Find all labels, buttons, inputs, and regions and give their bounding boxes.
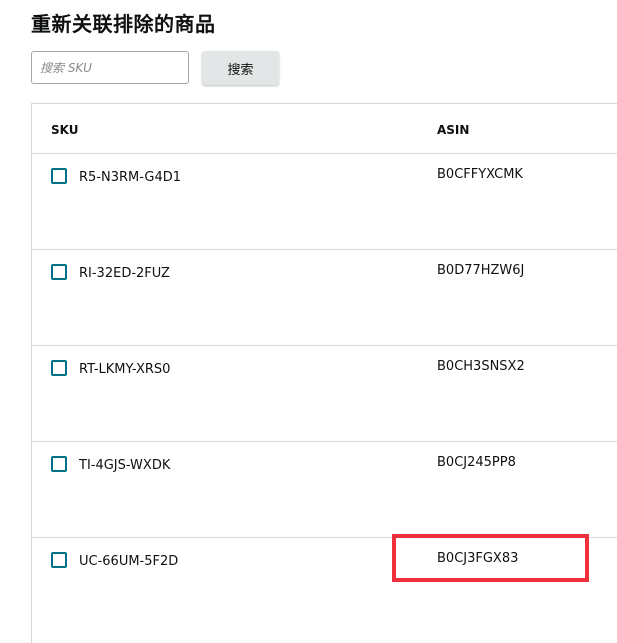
table-row: R5-N3RM-G4D1 B0CFFYXCMK [32,154,617,250]
asin-cell: B0CFFYXCMK [437,167,523,182]
sku-cell: RI-32ED-2FUZ [79,266,170,281]
search-input[interactable] [31,51,189,84]
sku-cell: RT-LKMY-XRS0 [79,362,171,377]
sku-cell: TI-4GJS-WXDK [79,458,171,473]
sku-cell: R5-N3RM-G4D1 [79,170,182,185]
sku-cell: UC-66UM-5F2D [79,554,179,569]
row-checkbox[interactable] [51,168,67,184]
asin-highlight-box [392,534,589,582]
asin-cell: B0CJ245PP8 [437,455,516,470]
search-button[interactable]: 搜索 [202,51,279,85]
row-checkbox[interactable] [51,456,67,472]
asin-cell: B0CH3SNSX2 [437,359,525,374]
table-row: TI-4GJS-WXDK B0CJ245PP8 [32,442,617,538]
column-header-asin: ASIN [437,123,470,137]
column-header-sku: SKU [51,123,79,137]
row-checkbox[interactable] [51,552,67,568]
row-checkbox[interactable] [51,264,67,280]
asin-cell: B0D77HZW6J [437,263,525,278]
table-header: SKU ASIN [32,104,617,154]
page-title: 重新关联排除的商品 [31,12,216,36]
row-checkbox[interactable] [51,360,67,376]
table-row: RT-LKMY-XRS0 B0CH3SNSX2 [32,346,617,442]
table-row: RI-32ED-2FUZ B0D77HZW6J [32,250,617,346]
